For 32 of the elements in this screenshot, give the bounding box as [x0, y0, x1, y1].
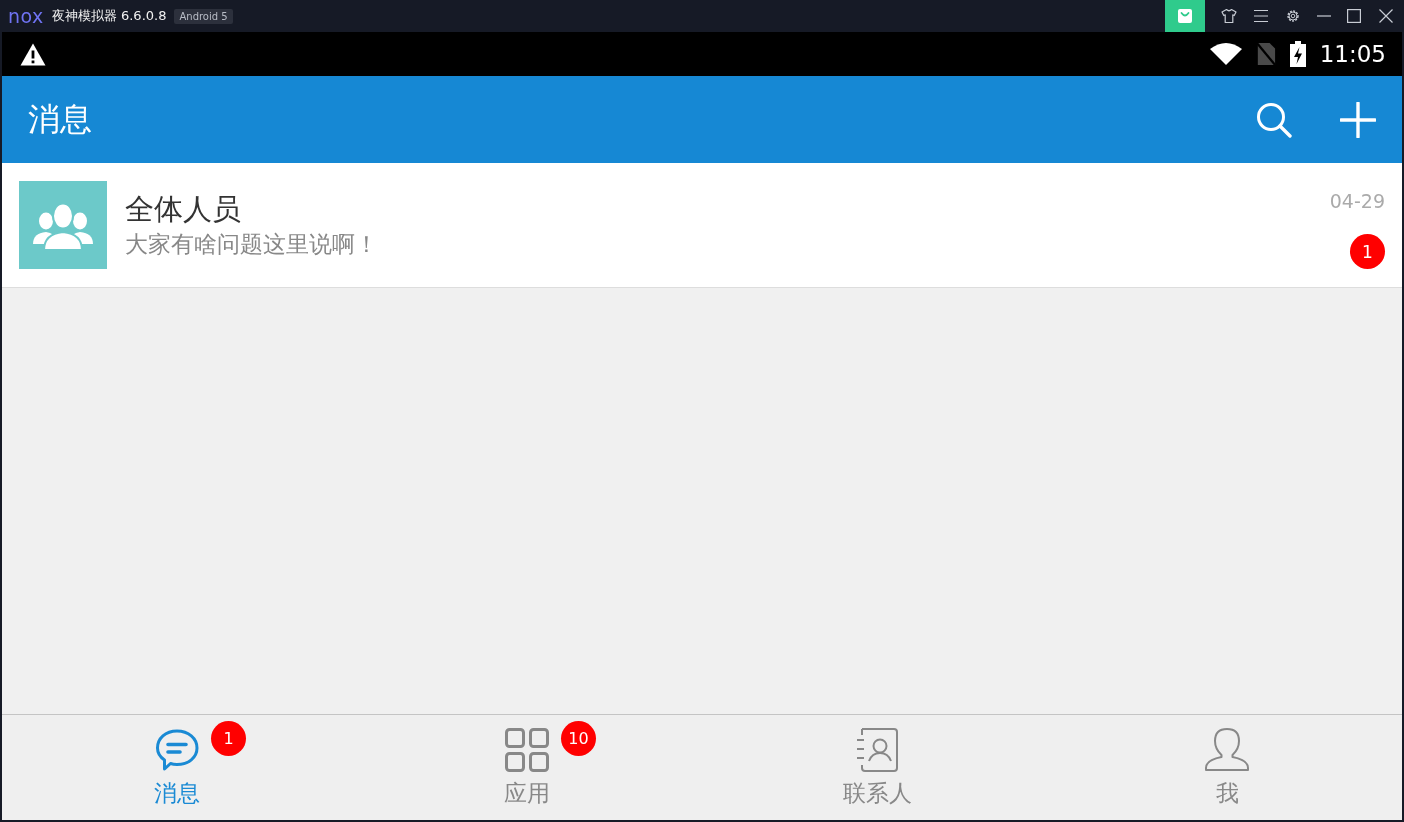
count-badge: 1	[211, 721, 246, 756]
app-logo: nox	[8, 6, 44, 26]
message-preview: 大家有啥问题这里说啊！	[125, 230, 379, 259]
message-date: 04-29	[1329, 189, 1385, 213]
conversation-row[interactable]: 全体人员 大家有啥问题这里说啊！ 04-29 1	[2, 163, 1402, 288]
status-time: 11:05	[1319, 41, 1386, 67]
unread-badge: 1	[1350, 234, 1385, 269]
chat-bubble-icon	[154, 727, 200, 773]
close-icon[interactable]	[1379, 9, 1393, 23]
search-icon[interactable]	[1256, 101, 1292, 138]
menu-icon[interactable]	[1253, 9, 1269, 23]
count-badge: 10	[561, 721, 596, 756]
no-sim-icon	[1255, 42, 1276, 66]
group-avatar-icon	[19, 181, 107, 269]
screen-title: 消息	[28, 98, 92, 140]
maximize-icon[interactable]	[1347, 9, 1361, 23]
warning-icon	[20, 42, 46, 66]
person-icon	[1204, 727, 1250, 773]
nav-tab[interactable]: 我	[1052, 715, 1402, 820]
nav-tab[interactable]: 联系人	[702, 715, 1052, 820]
plus-icon[interactable]	[1340, 101, 1376, 138]
window-title: 夜神模拟器 6.6.0.8	[51, 7, 167, 25]
nav-tab[interactable]: 10 应用	[352, 715, 702, 820]
wifi-icon	[1209, 43, 1242, 65]
battery-charging-icon	[1289, 41, 1306, 67]
grid-icon	[504, 727, 550, 773]
contact-book-icon	[854, 727, 900, 773]
nav-tab[interactable]: 1 消息	[2, 715, 352, 820]
version-badge: Android 5	[174, 8, 233, 24]
shirt-icon[interactable]	[1221, 8, 1237, 24]
conversation-name: 全体人员	[125, 191, 242, 228]
settings-icon[interactable]	[1285, 8, 1301, 24]
